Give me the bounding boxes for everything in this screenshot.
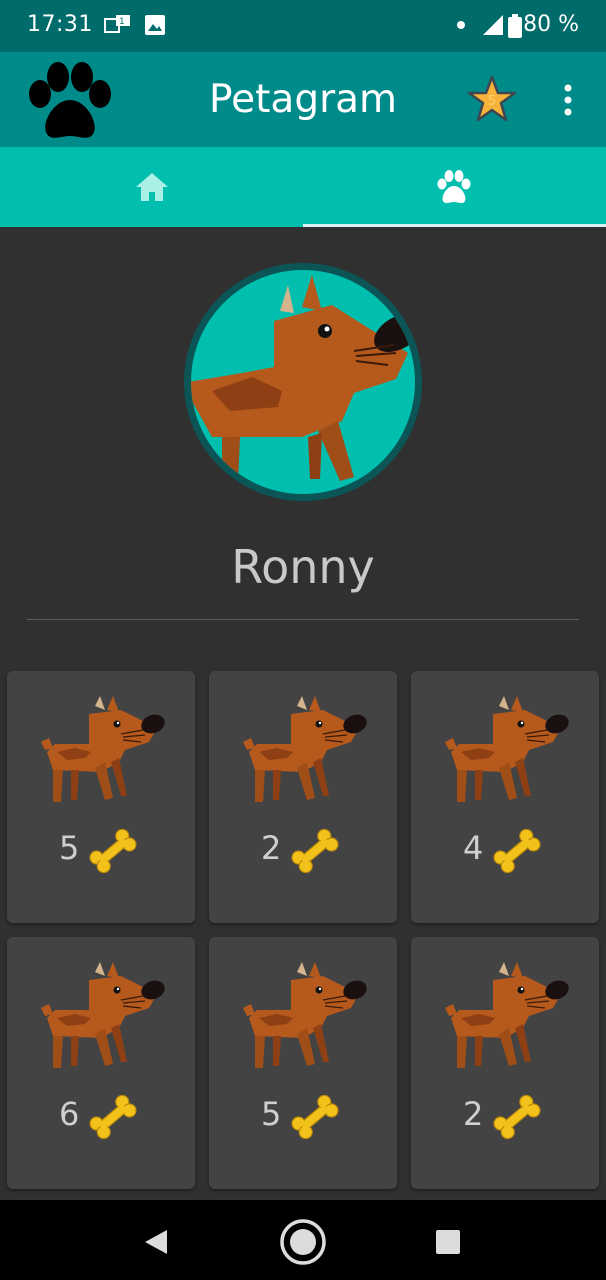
photo-card[interactable]: 4 [411, 671, 599, 923]
dog-photo [37, 962, 167, 1072]
star-badge: 5 [488, 94, 496, 109]
bone-icon [489, 1089, 545, 1145]
image-icon [145, 15, 165, 35]
signal-icon [483, 15, 503, 35]
tab-home[interactable] [0, 147, 303, 227]
favorites-star-button[interactable]: 5 [466, 74, 518, 126]
photo-card[interactable]: 5 [7, 671, 195, 923]
bone-icon [85, 1089, 141, 1145]
home-nav-icon[interactable] [279, 1218, 327, 1266]
dog-photo [441, 962, 571, 1072]
status-bar: 17:31 1 80 % [0, 0, 606, 52]
photo-card[interactable]: 2 [209, 671, 397, 923]
pet-name: Ronny [231, 540, 375, 594]
status-time: 17:31 [27, 12, 93, 37]
recents-icon[interactable] [424, 1218, 472, 1266]
photo-card[interactable]: 2 [411, 937, 599, 1189]
bone-icon [287, 1089, 343, 1145]
profile-avatar [184, 263, 422, 501]
like-count: 5 [261, 1095, 282, 1133]
more-menu-icon[interactable] [556, 82, 580, 118]
svg-text:1: 1 [119, 17, 125, 27]
dog-photo [239, 696, 369, 806]
like-count: 2 [261, 829, 282, 867]
app-bar: Petagram 5 [0, 52, 606, 147]
name-divider [27, 619, 579, 620]
home-icon [136, 173, 168, 201]
battery-level: 80 % [523, 12, 579, 37]
battery-icon [508, 14, 522, 38]
like-count: 4 [463, 829, 484, 867]
tab-bar [0, 147, 606, 227]
bone-icon [287, 823, 343, 879]
dot-icon [457, 21, 465, 29]
paw-icon [437, 170, 471, 204]
tab-indicator [303, 224, 606, 227]
bone-icon [489, 823, 545, 879]
dog-photo [37, 696, 167, 806]
dog-photo [239, 962, 369, 1072]
photo-card[interactable]: 5 [209, 937, 397, 1189]
system-nav-bar [0, 1200, 606, 1280]
like-count: 2 [463, 1095, 484, 1133]
photo-card[interactable]: 6 [7, 937, 195, 1189]
like-count: 6 [59, 1095, 80, 1133]
notification-icon: 1 [104, 15, 130, 33]
like-count: 5 [59, 829, 80, 867]
tab-profile[interactable] [303, 147, 606, 227]
back-icon[interactable] [133, 1218, 181, 1266]
dog-photo [441, 696, 571, 806]
bone-icon [85, 823, 141, 879]
